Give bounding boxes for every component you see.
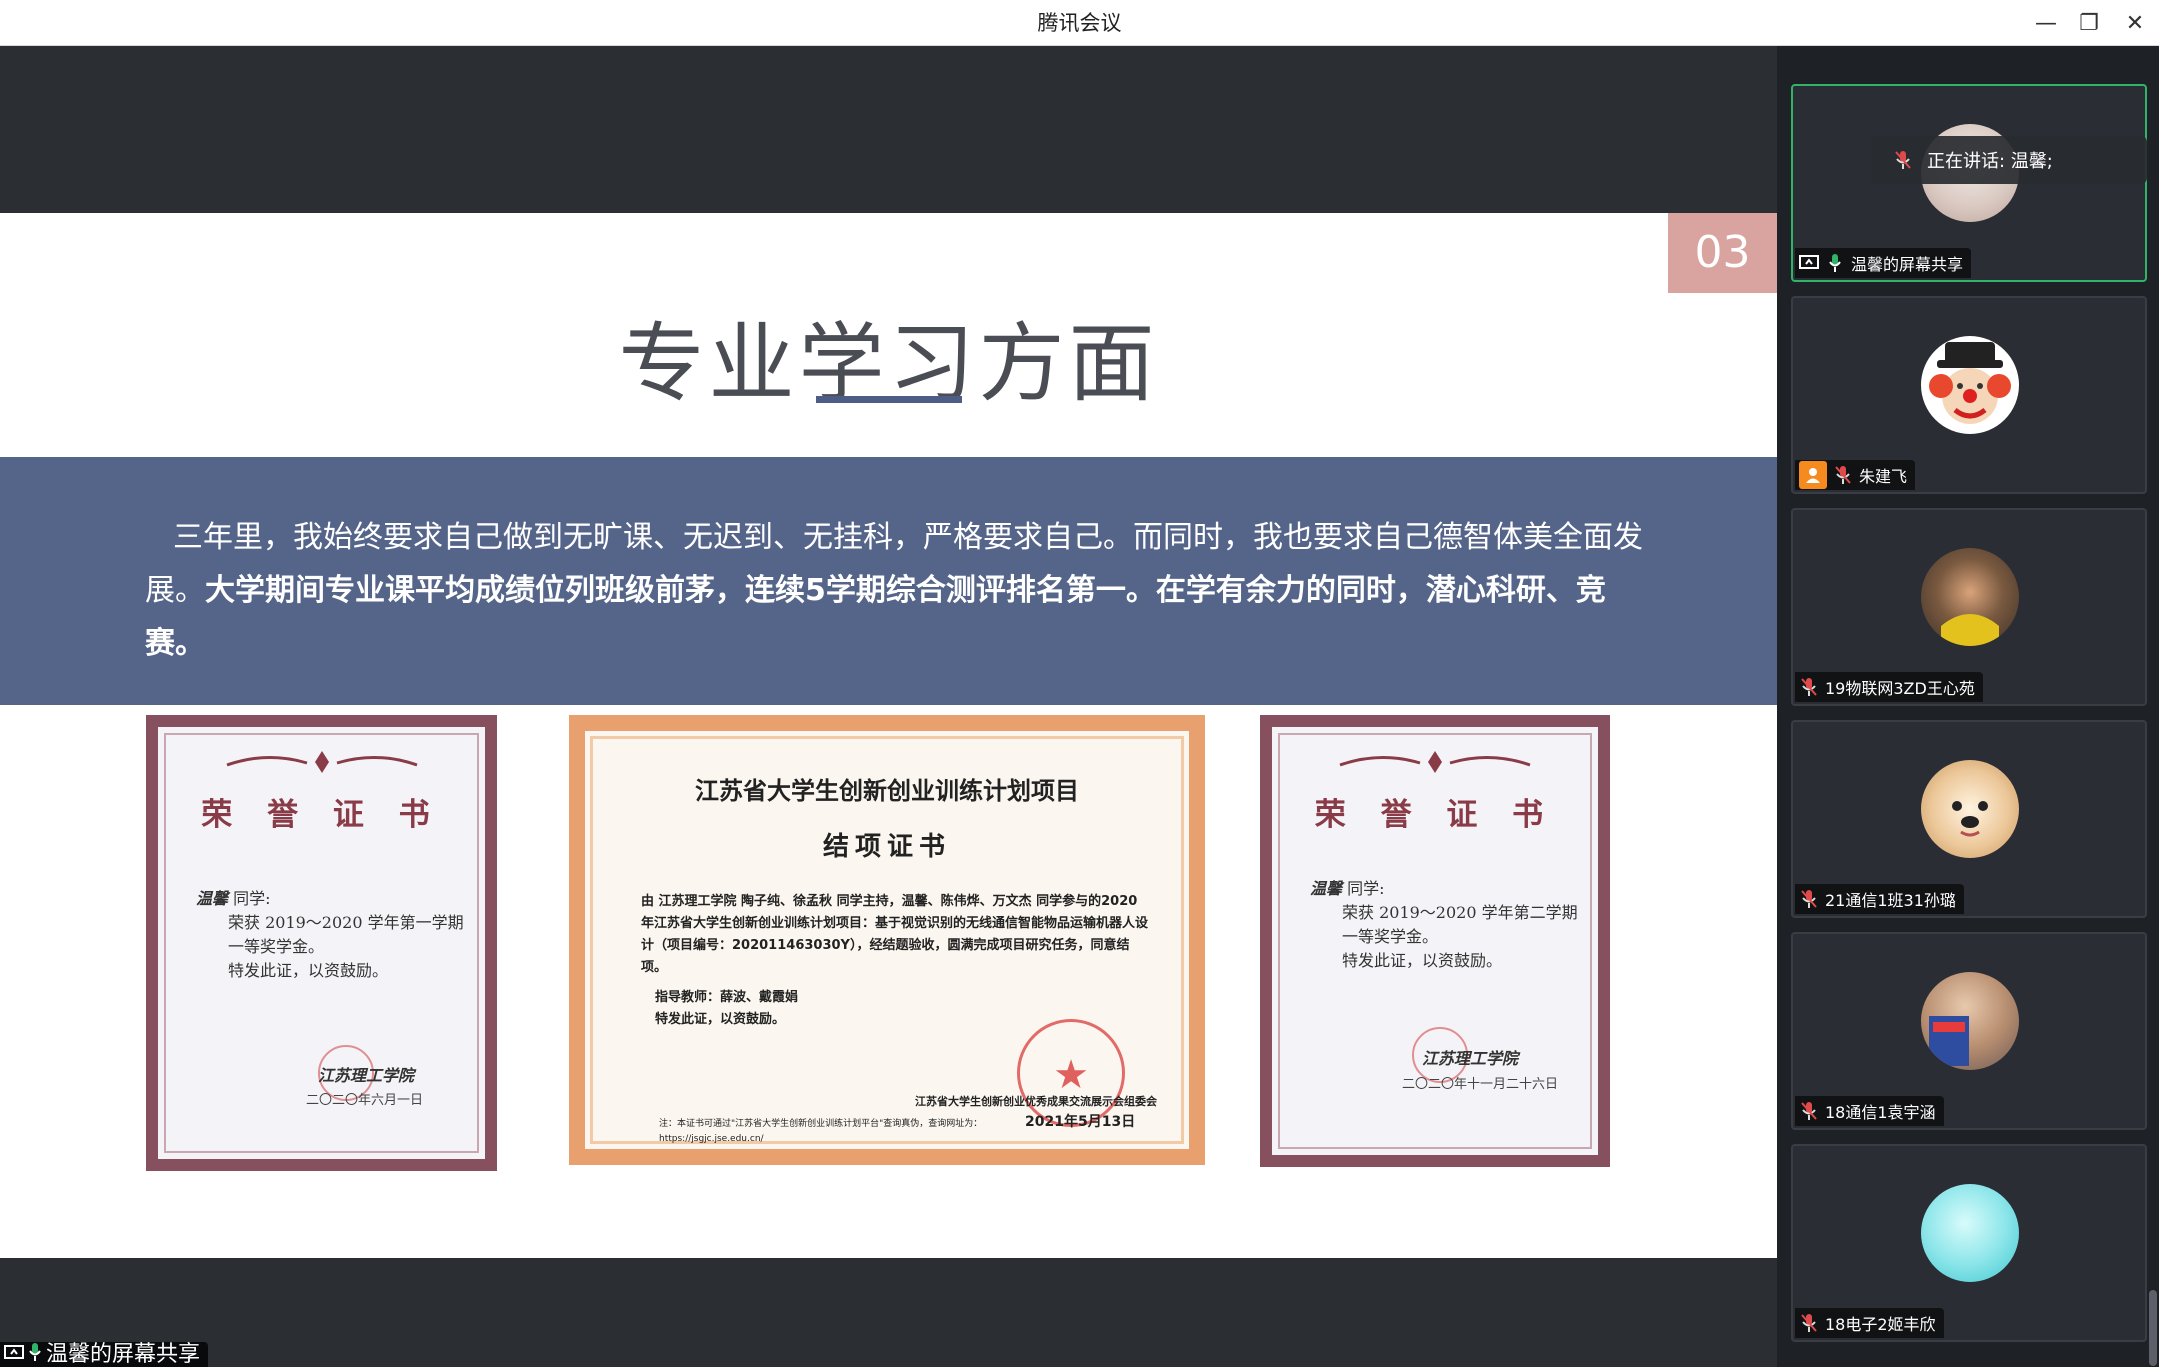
presentation-slide: 03 专业学习方面 三年里，我始终要求自己做到无旷课、无迟到、无挂科，严格要求自… xyxy=(0,213,1777,1258)
participant-name-tag: 21通信1班31孙璐 xyxy=(1795,884,1964,914)
encourage-line: 特发此证，以资鼓励。 xyxy=(1342,951,1503,970)
star-icon: ★ xyxy=(1053,1052,1089,1098)
avatar xyxy=(1921,1184,2019,1282)
avatar xyxy=(1921,972,2019,1070)
summary-text: 三年里，我始终要求自己做到无旷课、无迟到、无挂科，严格要求自己。而同时，我也要求… xyxy=(145,511,1645,670)
participant-name: 18电子2姬丰欣 xyxy=(1825,1315,1936,1334)
person-icon xyxy=(1799,461,1827,489)
summary-band: 三年里，我始终要求自己做到无旷课、无迟到、无挂科，严格要求自己。而同时，我也要求… xyxy=(0,457,1777,705)
salutation: 同学: xyxy=(1347,879,1385,898)
encourage-line: 特发此证，以资鼓励。 xyxy=(228,961,389,980)
issuer: 江苏省大学生创新创业优秀成果交流展示会组委会 xyxy=(915,1095,1157,1108)
participant-name: 18通信1袁宇涵 xyxy=(1825,1103,1936,1122)
certificate-date: 二〇二〇年十一月二十六日 xyxy=(1402,1077,1559,1092)
participant-name: 21通信1班31孙璐 xyxy=(1825,891,1956,910)
certificate-subtitle: 结项证书 xyxy=(822,832,951,862)
close-button[interactable]: ✕ xyxy=(2120,8,2150,38)
participant-name: 19物联网3ZD王心苑 xyxy=(1825,679,1975,698)
mic-muted-icon xyxy=(1799,1313,1819,1333)
avatar xyxy=(1921,336,2019,434)
participant-name-tag: 18电子2姬丰欣 xyxy=(1795,1308,1944,1338)
participant-tile[interactable]: 19物联网3ZD王心苑 xyxy=(1791,508,2147,706)
certificate-date: 二〇二〇年六月一日 xyxy=(306,1093,424,1108)
signer: 江苏理工学院 xyxy=(318,1066,415,1085)
summary-bold: 大学期间专业课平均成绩位列班级前茅，连续5学期综合测评排名第一。在学有余力的同时… xyxy=(145,573,1606,661)
participant-tile[interactable]: 18通信1袁宇涵 xyxy=(1791,932,2147,1130)
participant-name-tag: 18通信1袁宇涵 xyxy=(1795,1096,1944,1126)
recipient-name: 温馨 xyxy=(1310,879,1343,898)
certificate-body: 温馨 同学: 荣获 2019～2020 学年第一学期一等奖学金。 特发此证，以资… xyxy=(196,887,465,983)
participant-sidebar[interactable]: 正在讲话: 温馨; 温馨的屏幕共享 朱建飞 19物联网3ZD王心苑 21通信1班… xyxy=(1777,46,2159,1367)
signer: 江苏理工学院 xyxy=(1422,1049,1519,1068)
project-certificate: 江苏省大学生创新创业训练计划项目 结项证书 由 江苏理工学院 陶子纯、徐孟秋 同… xyxy=(569,715,1205,1165)
certificate-body: 由 江苏理工学院 陶子纯、徐孟秋 同学主持，温馨、陈伟烨、万文杰 同学参与的20… xyxy=(641,894,1149,975)
salutation: 同学: xyxy=(233,889,271,908)
window-title: 腾讯会议 xyxy=(1037,11,1122,35)
mic-muted-icon xyxy=(1833,465,1853,485)
share-label: 温馨的屏幕共享 xyxy=(0,1342,209,1367)
participant-tile[interactable]: 朱建飞 xyxy=(1791,296,2147,494)
speaking-text: 正在讲话: 温馨; xyxy=(1927,151,2053,172)
minimize-button[interactable]: — xyxy=(2031,8,2061,38)
shared-screen: 03 专业学习方面 三年里，我始终要求自己做到无旷课、无迟到、无挂科，严格要求自… xyxy=(0,46,1777,1367)
participant-tile[interactable]: 正在讲话: 温馨; 温馨的屏幕共享 xyxy=(1791,84,2147,282)
participant-name-tag: 朱建飞 xyxy=(1795,460,1916,490)
participant-name-tag: 19物联网3ZD王心苑 xyxy=(1795,672,1983,702)
certificate-note: 注：本证书可通过"江苏省大学生创新创业训练计划平台"查询真伪，查询网址为：htt… xyxy=(659,1119,983,1144)
award-line: 荣获 2019～2020 学年第一学期一等奖学金。 xyxy=(228,913,464,956)
certificate-heading: 荣 誉 证 书 xyxy=(1314,797,1556,833)
mic-muted-icon xyxy=(1799,1101,1819,1121)
mic-on-icon xyxy=(28,1342,42,1367)
ornament-icon xyxy=(1339,751,1531,773)
share-label-text: 温馨的屏幕共享 xyxy=(46,1342,201,1367)
title-bar: 腾讯会议 — ❐ ✕ xyxy=(0,0,2159,46)
page-number-badge: 03 xyxy=(1668,213,1777,293)
mic-muted-icon xyxy=(1799,889,1819,909)
participant-tile[interactable]: 21通信1班31孙璐 xyxy=(1791,720,2147,918)
mic-muted-icon xyxy=(1799,677,1819,697)
screen-share-icon xyxy=(1799,253,1819,273)
ornament-icon xyxy=(226,751,417,773)
participant-tile[interactable]: 18电子2姬丰欣 xyxy=(1791,1144,2147,1342)
honor-certificate-2: 荣 誉 证 书 温馨 同学: 荣获 2019～2020 学年第二学期一等奖学金。… xyxy=(1260,715,1610,1167)
honor-certificate-1: 荣 誉 证 书 温馨 同学: 荣获 2019～2020 学年第一学期一等奖学金。… xyxy=(146,715,497,1171)
avatar xyxy=(1921,760,2019,858)
mic-on-icon xyxy=(1825,253,1845,273)
title-underline xyxy=(816,396,962,403)
participant-name: 温馨的屏幕共享 xyxy=(1851,255,1964,274)
certificate-date: 2021年5月13日 xyxy=(1025,1114,1136,1130)
advisor-block: 指导教师：薛波、戴霞娟 特发此证，以资鼓励。 xyxy=(655,987,798,1031)
recipient-name: 温馨 xyxy=(196,889,229,908)
certificate-body: 温馨 同学: 荣获 2019～2020 学年第二学期一等奖学金。 特发此证，以资… xyxy=(1310,877,1578,973)
speaking-indicator: 正在讲话: 温馨; xyxy=(1871,136,2147,184)
screen-share-icon xyxy=(4,1342,24,1367)
advisor-line: 指导教师：薛波、戴霞娟 xyxy=(655,990,799,1005)
sidebar-scrollbar[interactable] xyxy=(2149,1290,2157,1366)
participant-name: 朱建飞 xyxy=(1859,467,1908,486)
encourage-line: 特发此证，以资鼓励。 xyxy=(655,1012,786,1027)
restore-button[interactable]: ❐ xyxy=(2074,8,2104,38)
participant-name-tag: 温馨的屏幕共享 xyxy=(1795,248,1972,278)
certificate-heading: 荣 誉 证 书 xyxy=(201,797,442,833)
certificate-title: 江苏省大学生创新创业训练计划项目 xyxy=(695,777,1079,805)
mic-muted-icon xyxy=(1893,150,1913,170)
award-line: 荣获 2019～2020 学年第二学期一等奖学金。 xyxy=(1342,903,1578,946)
avatar xyxy=(1921,548,2019,646)
